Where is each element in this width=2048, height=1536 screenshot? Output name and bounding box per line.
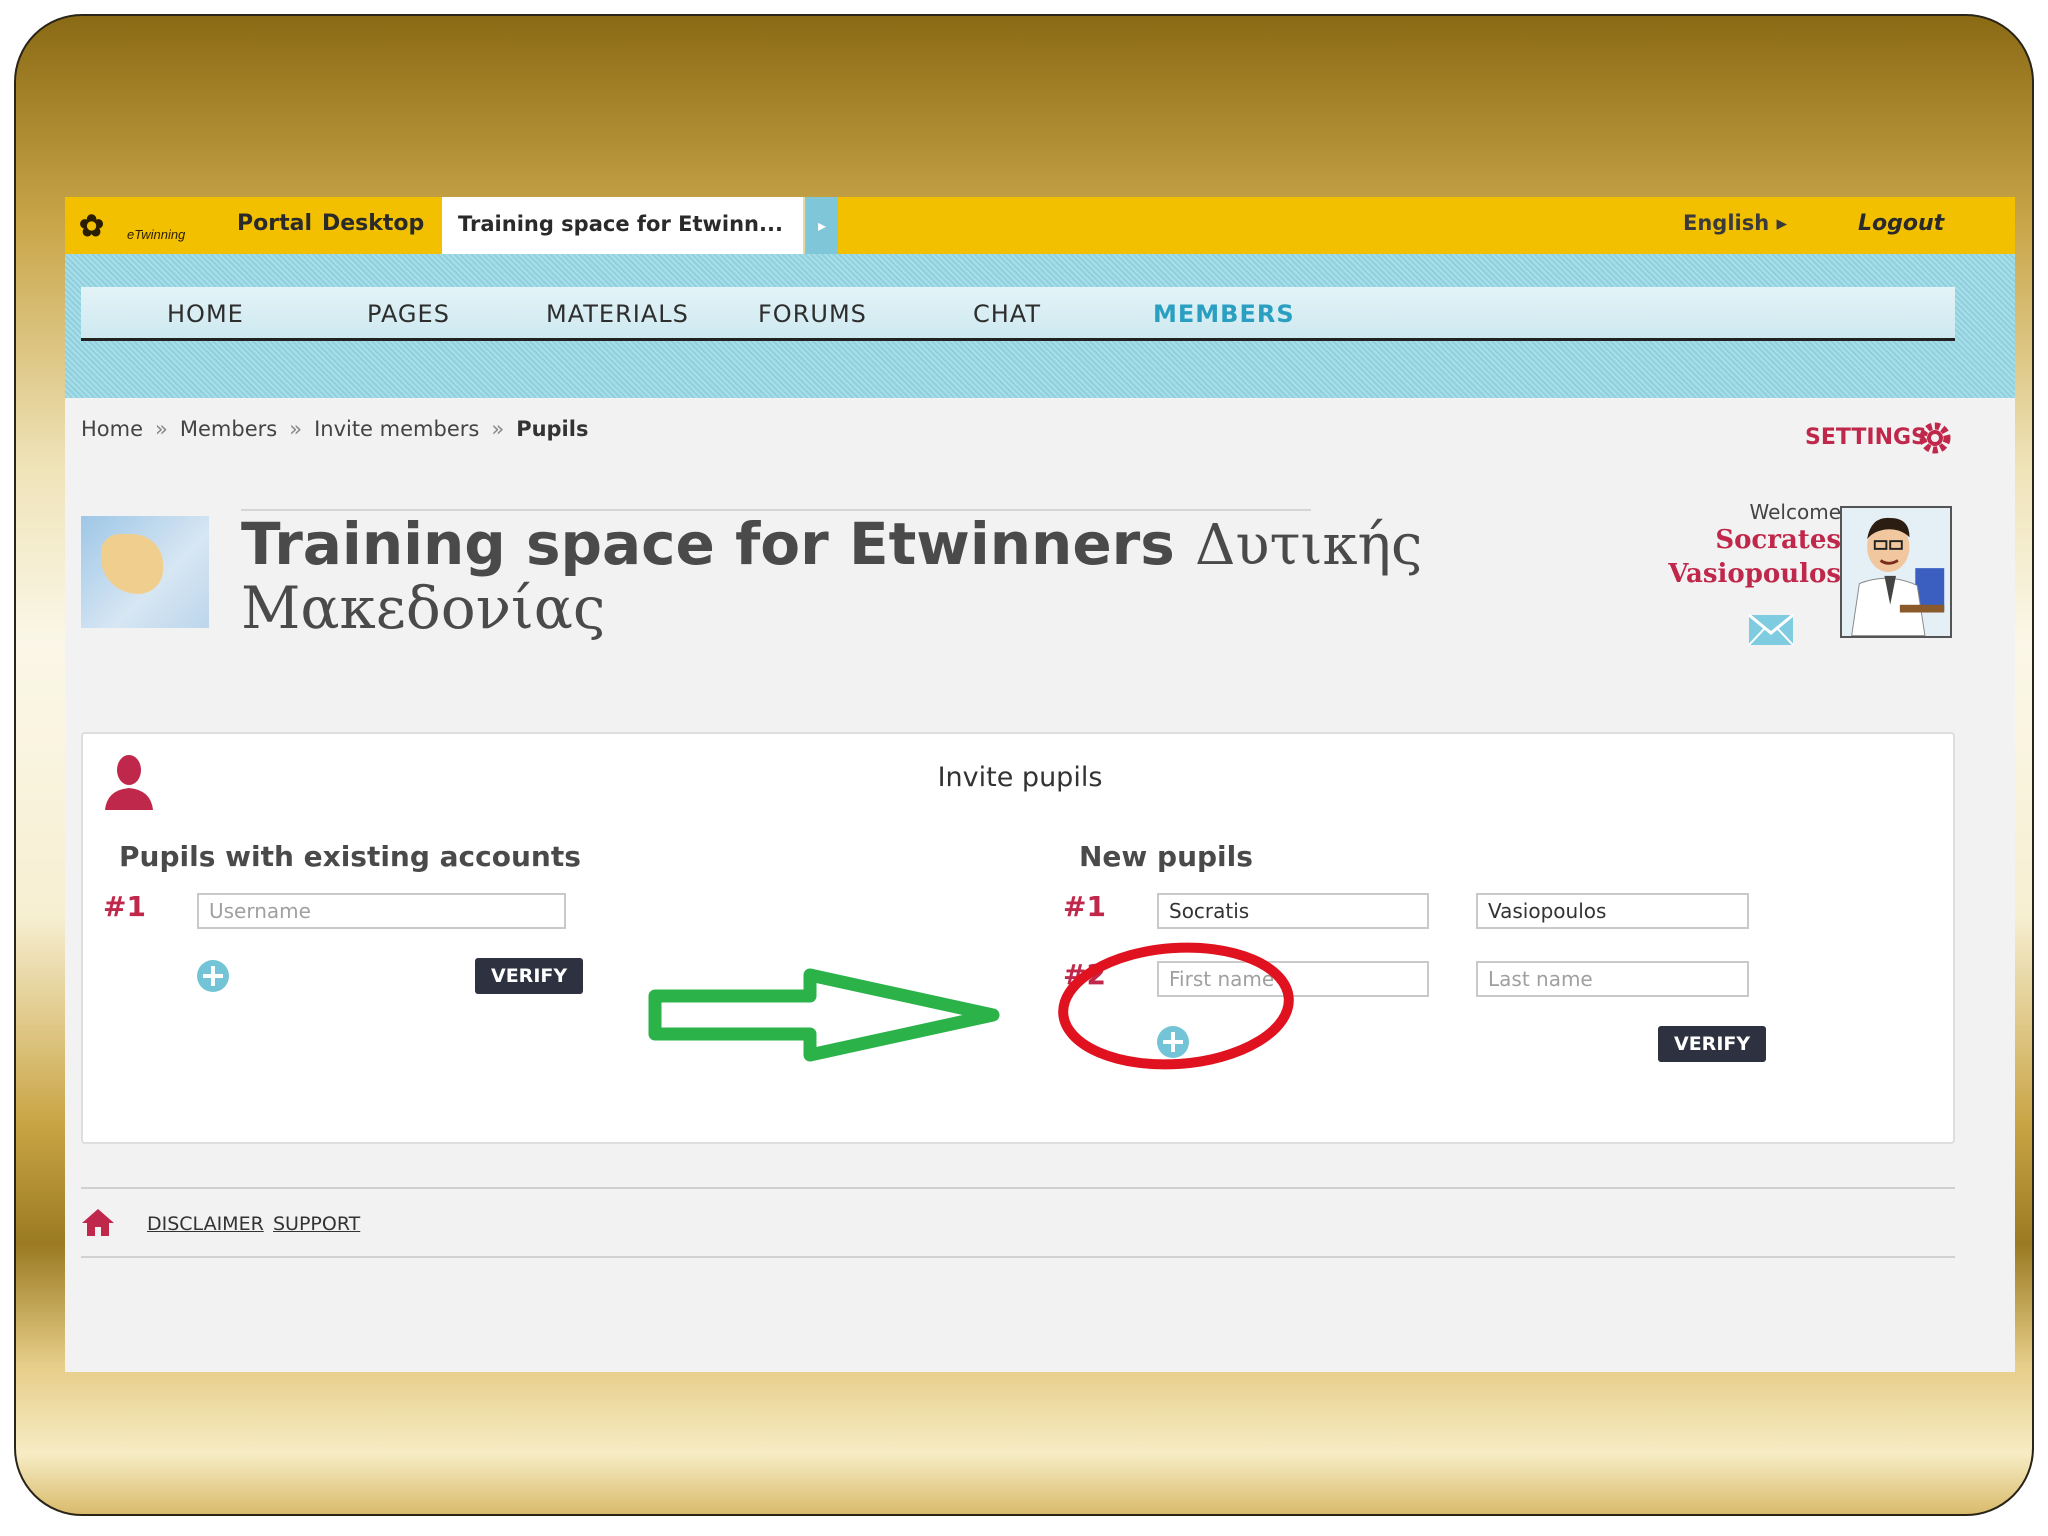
- home-icon[interactable]: [81, 1207, 115, 1237]
- space-map-image: [81, 516, 209, 628]
- new-pupils-heading: New pupils: [1079, 840, 1253, 873]
- invite-panel: Invite pupils Pupils with existing accou…: [81, 732, 1955, 1144]
- existing-accounts-heading: Pupils with existing accounts: [119, 840, 581, 873]
- language-selector[interactable]: English ▸: [1683, 211, 1787, 235]
- disclaimer-link[interactable]: DISCLAIMER: [147, 1213, 264, 1235]
- breadcrumb-separator-icon: »: [491, 417, 505, 441]
- footer-divider-top: [81, 1187, 1955, 1189]
- page-title-greek: Δυτικής: [1195, 513, 1423, 578]
- existing-row-number: #1: [103, 890, 146, 923]
- support-link[interactable]: SUPPORT: [273, 1213, 360, 1235]
- etwinning-logo[interactable]: ✿ eTwinning: [79, 209, 209, 245]
- footer-divider-bottom: [81, 1256, 1955, 1258]
- logo-mark-icon: ✿: [79, 209, 105, 244]
- space-tab-label: Training space for Etwinn...: [458, 212, 783, 236]
- breadcrumb-invite-members[interactable]: Invite members: [314, 417, 479, 441]
- desktop-link[interactable]: Desktop: [322, 211, 424, 236]
- slide-frame: ✿ eTwinning Portal Desktop Training spac…: [14, 14, 2034, 1516]
- logout-link[interactable]: Logout: [1858, 211, 1944, 236]
- logo-text: eTwinning: [127, 227, 186, 242]
- gear-icon[interactable]: [1918, 421, 1952, 455]
- page-title-line2: Μακεδονίας: [241, 574, 606, 642]
- last-name-input-1[interactable]: [1476, 893, 1749, 929]
- nav-home[interactable]: HOME: [167, 300, 244, 328]
- first-name-input-2[interactable]: [1157, 961, 1429, 997]
- mail-icon[interactable]: [1748, 614, 1794, 646]
- top-bar: ✿ eTwinning Portal Desktop Training spac…: [65, 197, 2015, 254]
- breadcrumb-separator-icon: »: [155, 417, 168, 441]
- verify-existing-button[interactable]: VERIFY: [475, 958, 584, 994]
- nav-members[interactable]: MEMBERS: [1153, 300, 1295, 328]
- last-name-input-2[interactable]: [1476, 961, 1749, 997]
- main-nav: HOME PAGES MATERIALS FORUMS CHAT MEMBERS: [81, 287, 1955, 341]
- new-row-number-1: #1: [1063, 890, 1106, 923]
- avatar[interactable]: [1840, 506, 1952, 638]
- user-last-name[interactable]: Vasiopoulos: [1565, 559, 1841, 589]
- first-name-input-1[interactable]: [1157, 893, 1429, 929]
- nav-pages[interactable]: PAGES: [367, 300, 450, 328]
- breadcrumb: Home » Members » Invite members » Pupils: [81, 417, 588, 441]
- space-tab[interactable]: Training space for Etwinn...: [442, 197, 805, 254]
- user-first-name[interactable]: Socrates: [1565, 525, 1841, 555]
- breadcrumb-separator-icon: »: [289, 417, 303, 441]
- new-row-number-2: #2: [1063, 958, 1106, 991]
- welcome-label: Welcome: [1749, 500, 1841, 524]
- breadcrumb-home[interactable]: Home: [81, 417, 143, 441]
- map-land: [101, 534, 163, 594]
- nav-forums[interactable]: FORUMS: [758, 300, 867, 328]
- tab-arrow-icon[interactable]: ▸: [806, 197, 838, 254]
- breadcrumb-members[interactable]: Members: [180, 417, 277, 441]
- screenshot: ✿ eTwinning Portal Desktop Training spac…: [65, 197, 2015, 1372]
- page-title-latin: Training space for Etwinners: [241, 510, 1175, 578]
- add-existing-pupil-icon[interactable]: [197, 960, 229, 992]
- portal-link[interactable]: Portal: [237, 211, 312, 236]
- username-input[interactable]: [197, 893, 566, 929]
- nav-chat[interactable]: CHAT: [973, 300, 1041, 328]
- settings-link[interactable]: SETTINGS: [1805, 425, 1927, 450]
- verify-new-button[interactable]: VERIFY: [1658, 1026, 1767, 1062]
- page-title: Training space for Etwinners Δυτικής: [241, 510, 1422, 578]
- invite-title: Invite pupils: [937, 762, 1103, 793]
- breadcrumb-pupils: Pupils: [516, 417, 589, 441]
- add-new-pupil-icon[interactable]: [1157, 1026, 1189, 1058]
- nav-materials[interactable]: MATERIALS: [546, 300, 689, 328]
- nav-area: HOME PAGES MATERIALS FORUMS CHAT MEMBERS: [65, 254, 2015, 398]
